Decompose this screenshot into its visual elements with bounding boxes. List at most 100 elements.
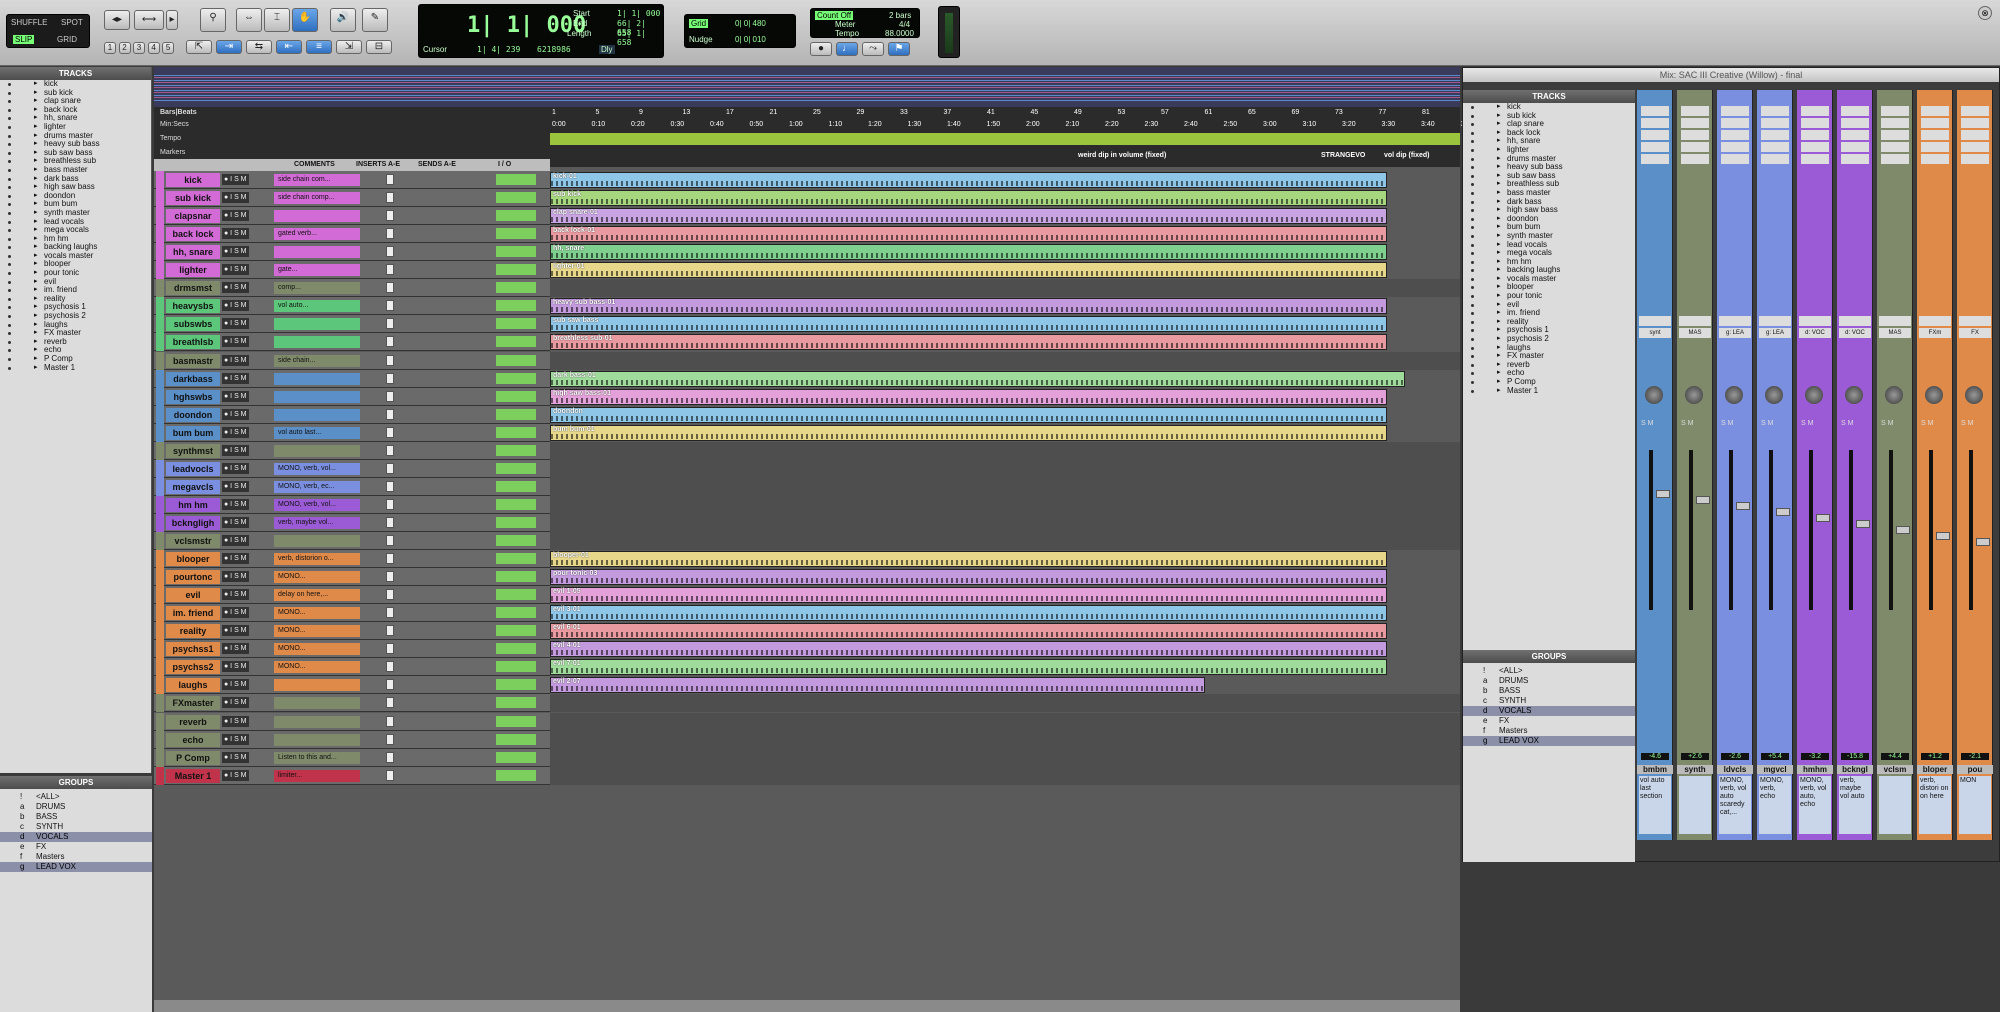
track-name[interactable]: subswbs bbox=[166, 317, 220, 332]
strip-solo-mute[interactable]: S M bbox=[1841, 420, 1853, 427]
strip-comment[interactable]: MONO, verb, echo bbox=[1759, 776, 1791, 834]
strip-volume[interactable]: -15.8 bbox=[1841, 753, 1869, 760]
strip-output[interactable]: d: VOC bbox=[1839, 328, 1871, 338]
strip-insert-slot[interactable] bbox=[1961, 106, 1989, 116]
pan-knob-icon[interactable] bbox=[1685, 386, 1703, 404]
sidebar-track-item[interactable]: ▸ vocals master bbox=[0, 251, 151, 261]
track-io[interactable] bbox=[496, 354, 536, 366]
group-item[interactable]: b BASS bbox=[1463, 686, 1635, 696]
track-visible-dot-icon[interactable] bbox=[1471, 157, 1474, 161]
track-visible-dot-icon[interactable] bbox=[8, 306, 11, 310]
strip-insert-slot[interactable] bbox=[1801, 118, 1829, 128]
audio-clip[interactable]: sub kick bbox=[550, 190, 1388, 207]
track-row[interactable]: hghswbs ● I S M high saw bass-01 bbox=[154, 387, 1460, 406]
strip-output[interactable]: FXm bbox=[1919, 328, 1951, 338]
insert-slot[interactable] bbox=[386, 390, 394, 402]
strip-name[interactable]: mgvcl bbox=[1757, 765, 1793, 774]
fader-cap[interactable] bbox=[1656, 490, 1670, 498]
track-name[interactable]: psychss1 bbox=[166, 642, 220, 657]
strip-insert-slot[interactable] bbox=[1801, 154, 1829, 164]
track-lane[interactable]: back lock-01 bbox=[550, 225, 1460, 244]
wait-for-note-icon[interactable]: ● bbox=[810, 42, 832, 56]
track-visible-dot-icon[interactable] bbox=[8, 323, 11, 327]
track-visible-dot-icon[interactable] bbox=[1471, 329, 1474, 333]
insert-slot[interactable] bbox=[386, 408, 394, 420]
track-visible-dot-icon[interactable] bbox=[8, 203, 11, 207]
zoomer-tool-icon[interactable]: ⚲ bbox=[200, 8, 226, 32]
track-row[interactable]: im. friend ● I S M MONO... evil 3-01 bbox=[154, 604, 1460, 623]
strip-insert-slot[interactable] bbox=[1721, 130, 1749, 140]
mix-track-item[interactable]: ▸ clap snare bbox=[1463, 119, 1635, 129]
insert-slot[interactable] bbox=[386, 300, 394, 312]
fader-cap[interactable] bbox=[1776, 508, 1790, 516]
strip-output[interactable]: MAS bbox=[1879, 328, 1911, 338]
audio-clip[interactable]: high saw bass-01 bbox=[550, 388, 1388, 405]
track-row[interactable]: hm hm ● I S M MONO, verb, vol... bbox=[154, 495, 1460, 514]
delay-comp-button[interactable]: Dly bbox=[599, 45, 615, 54]
track-lane[interactable]: evil 3-01 bbox=[550, 604, 1460, 623]
track-io[interactable] bbox=[496, 336, 536, 348]
track-visible-dot-icon[interactable] bbox=[1471, 381, 1474, 384]
track-comment[interactable] bbox=[274, 390, 360, 403]
track-visible-dot-icon[interactable] bbox=[1471, 200, 1474, 204]
track-row[interactable]: megavcls ● I S M MONO, verb, ec... bbox=[154, 477, 1460, 496]
insert-slot[interactable] bbox=[386, 715, 394, 727]
mix-track-item[interactable]: ▸ blooper bbox=[1463, 283, 1635, 292]
track-name[interactable]: psychss2 bbox=[166, 660, 220, 675]
track-lane[interactable]: sub saw bass bbox=[550, 315, 1460, 334]
insert-slot[interactable] bbox=[386, 372, 394, 384]
track-comment[interactable]: side chain comp... bbox=[274, 192, 360, 205]
track-visible-dot-icon[interactable] bbox=[8, 91, 11, 95]
strip-solo-mute[interactable]: S M bbox=[1721, 420, 1733, 427]
group-item[interactable]: a DRUMS bbox=[1463, 676, 1635, 686]
fader-cap[interactable] bbox=[1736, 502, 1750, 510]
track-name[interactable]: laughs bbox=[166, 678, 220, 693]
insert-slot[interactable] bbox=[386, 535, 394, 546]
track-record-solo-mute-buttons[interactable]: ● I S M bbox=[222, 264, 249, 276]
marker-weird-dip[interactable]: weird dip in volume (fixed) bbox=[1078, 152, 1166, 159]
track-io[interactable] bbox=[496, 264, 536, 276]
strip-insert-slot[interactable] bbox=[1801, 142, 1829, 152]
strip-insert-slot[interactable] bbox=[1961, 118, 1989, 128]
track-record-solo-mute-buttons[interactable]: ● I S M bbox=[222, 462, 249, 474]
strip-insert-slot[interactable] bbox=[1881, 142, 1909, 152]
strip-comment[interactable] bbox=[1679, 776, 1711, 834]
sidebar-track-item[interactable]: ▸ P Comp bbox=[0, 354, 151, 364]
insert-slot[interactable] bbox=[386, 444, 394, 456]
slip-mode[interactable]: SLIP bbox=[13, 35, 35, 44]
track-io[interactable] bbox=[496, 589, 536, 601]
tab-to-transient-icon[interactable]: ⇥ bbox=[216, 40, 242, 54]
strip-name[interactable]: synth bbox=[1677, 765, 1713, 774]
track-lane[interactable] bbox=[550, 351, 1460, 370]
zoom-preset-2[interactable]: 2 bbox=[118, 42, 131, 54]
pan-knob-icon[interactable] bbox=[1925, 386, 1943, 404]
track-record-solo-mute-buttons[interactable]: ● I S M bbox=[222, 715, 249, 727]
track-visible-dot-icon[interactable] bbox=[8, 211, 11, 215]
mix-track-item[interactable]: ▸ bass master bbox=[1463, 188, 1635, 198]
track-record-solo-mute-buttons[interactable]: ● I S M bbox=[222, 210, 249, 222]
zoom-out-button[interactable]: ◂▸ bbox=[104, 10, 130, 30]
track-lane[interactable]: evil 2-07 bbox=[550, 676, 1460, 695]
strip-solo-mute[interactable]: S M bbox=[1681, 420, 1693, 427]
track-row[interactable]: synthmst ● I S M bbox=[154, 441, 1460, 460]
audio-clip[interactable]: kick-01 bbox=[550, 172, 1388, 188]
strip-insert-slot[interactable] bbox=[1721, 118, 1749, 128]
sidebar-track-item[interactable]: ▸ kick bbox=[0, 79, 151, 89]
track-io[interactable] bbox=[496, 751, 536, 763]
track-record-solo-mute-buttons[interactable]: ● I S M bbox=[222, 625, 249, 637]
track-visible-dot-icon[interactable] bbox=[8, 177, 11, 181]
audio-clip[interactable]: hh, snare bbox=[550, 244, 1388, 261]
zoom-in-button[interactable]: ▸ bbox=[166, 10, 178, 30]
track-row[interactable]: leadvocls ● I S M MONO, verb, vol... bbox=[154, 459, 1460, 478]
strip-input[interactable] bbox=[1759, 316, 1791, 326]
track-visible-dot-icon[interactable] bbox=[8, 246, 11, 250]
track-visible-dot-icon[interactable] bbox=[8, 332, 11, 336]
track-row[interactable]: back lock ● I S M gated verb... back lock-0… bbox=[154, 225, 1460, 244]
track-visible-dot-icon[interactable] bbox=[1471, 140, 1474, 144]
track-name[interactable]: reality bbox=[166, 624, 220, 639]
track-comment[interactable]: side chain com... bbox=[274, 174, 360, 186]
mix-track-item[interactable]: ▸ psychosis 2 bbox=[1463, 334, 1635, 344]
track-name[interactable]: megavcls bbox=[166, 479, 220, 494]
track-lane[interactable] bbox=[550, 748, 1460, 767]
track-record-solo-mute-buttons[interactable]: ● I S M bbox=[222, 390, 249, 402]
